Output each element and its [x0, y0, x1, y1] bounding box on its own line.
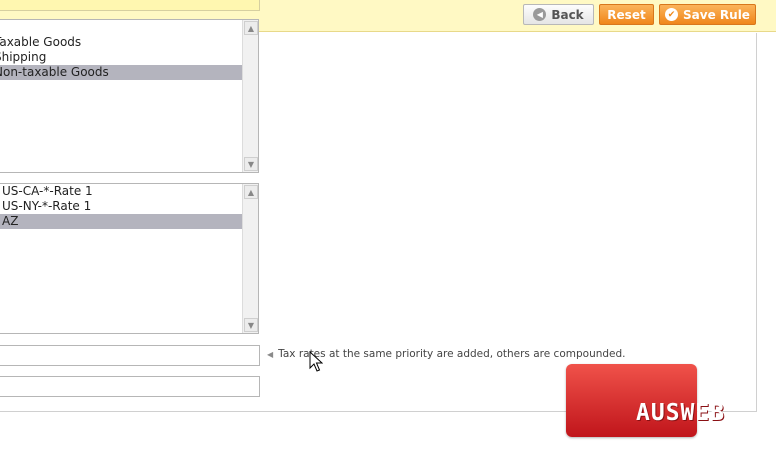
- priority-input[interactable]: [0, 345, 260, 366]
- select-option-selected[interactable]: Non-taxable Goods: [0, 65, 242, 80]
- scroll-up-icon[interactable]: ▲: [244, 185, 258, 199]
- watermark-logo-text: AUSWEB: [636, 400, 726, 426]
- scroll-up-icon[interactable]: ▲: [244, 21, 258, 35]
- save-rule-button[interactable]: ✔ Save Rule: [659, 4, 756, 25]
- scroll-down-icon[interactable]: ▼: [244, 318, 258, 332]
- select-option[interactable]: Taxable Goods: [0, 35, 242, 50]
- note-arrow-icon: ◀: [267, 349, 274, 359]
- save-rule-button-label: Save Rule: [683, 7, 750, 22]
- header-tab-edge: [0, 0, 260, 11]
- tax-rule-form: Taxable Goods Shipping Non-taxable Goods…: [0, 19, 757, 412]
- priority-note-text: Tax rates at the same priority are added…: [278, 348, 626, 360]
- scroll-down-icon[interactable]: ▼: [244, 157, 258, 171]
- select-option[interactable]: US-NY-*-Rate 1: [0, 199, 242, 214]
- reset-button-label: Reset: [607, 7, 646, 22]
- select-option[interactable]: Shipping: [0, 50, 242, 65]
- back-arrow-icon: ◀: [533, 8, 547, 21]
- sort-order-input[interactable]: [0, 376, 260, 397]
- scrollbar[interactable]: ▲ ▼: [242, 20, 258, 172]
- mouse-pointer-icon: [309, 351, 323, 372]
- tax-rate-select[interactable]: US-CA-*-Rate 1 US-NY-*-Rate 1 AZ ▲ ▼: [0, 183, 259, 334]
- back-button[interactable]: ◀ Back: [523, 4, 594, 25]
- scrollbar[interactable]: ▲ ▼: [242, 184, 258, 333]
- checkmark-icon: ✔: [665, 8, 679, 21]
- product-tax-class-select[interactable]: Taxable Goods Shipping Non-taxable Goods…: [0, 19, 259, 173]
- reset-button[interactable]: Reset: [599, 4, 654, 25]
- select-option[interactable]: US-CA-*-Rate 1: [0, 184, 242, 199]
- select-option-selected[interactable]: AZ: [0, 214, 242, 229]
- back-button-label: Back: [551, 7, 584, 22]
